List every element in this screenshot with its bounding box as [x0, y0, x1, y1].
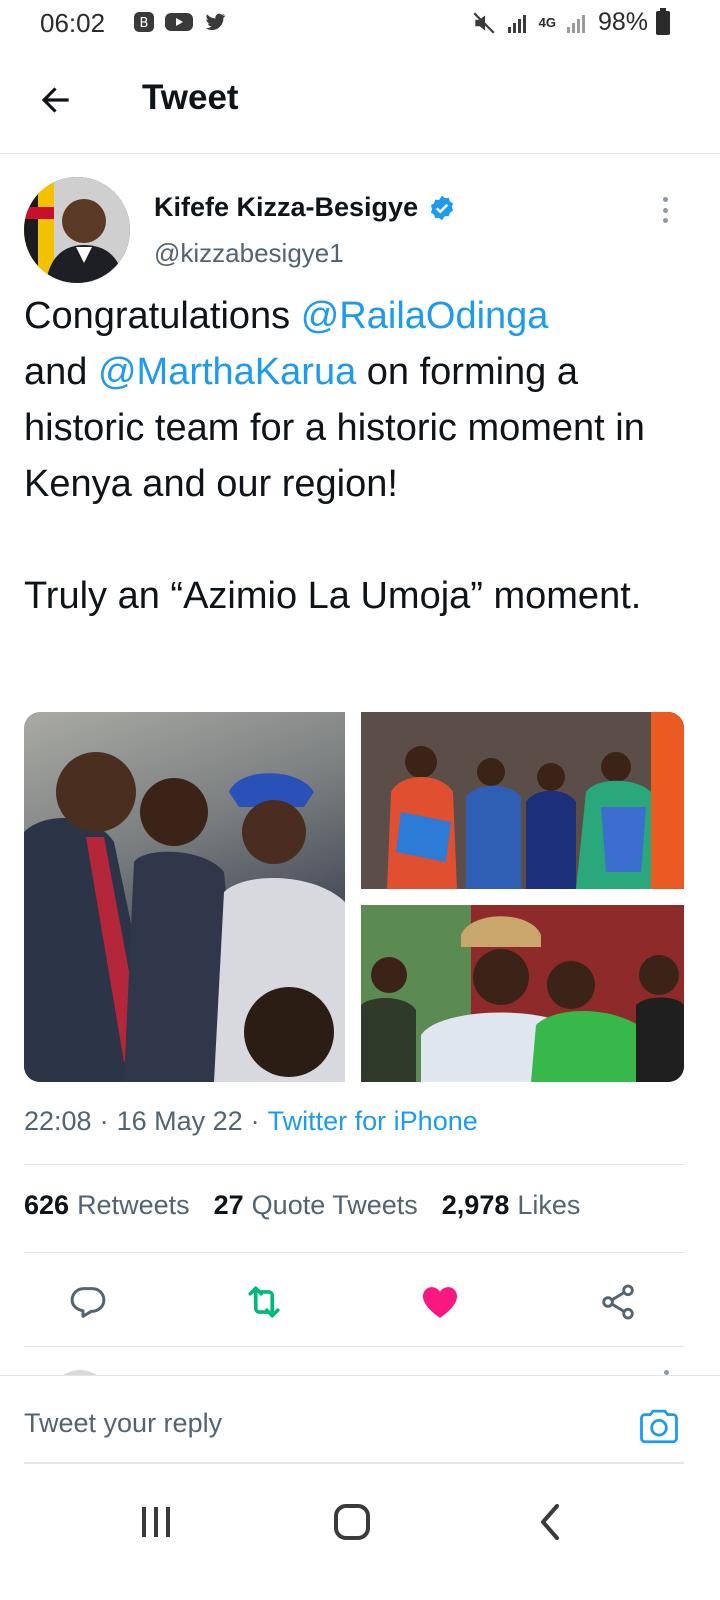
notification-app-icon: B [134, 12, 154, 32]
tweet-stats: 626 Retweets 27 Quote Tweets 2,978 Likes [24, 1190, 580, 1221]
top-app-bar: Tweet [0, 46, 720, 154]
network-type: 4G [538, 15, 556, 30]
more-options-button[interactable] [650, 193, 680, 227]
more-vertical-icon [662, 197, 668, 202]
heart-filled-icon [422, 1287, 458, 1318]
back-button[interactable] [34, 78, 78, 122]
page-title: Tweet [142, 78, 239, 117]
system-nav-bar [0, 1480, 720, 1600]
photo-content-2 [361, 712, 684, 889]
like-button[interactable] [418, 1280, 462, 1324]
quotes-label: Quote Tweets [251, 1190, 418, 1220]
mute-icon [473, 11, 495, 34]
status-bar: 06:02 B 4G 98% [0, 0, 720, 46]
next-reply-peek [0, 1348, 720, 1376]
system-back-button[interactable] [520, 1502, 580, 1542]
meta-separator: · [99, 1106, 109, 1136]
tweet-text-prefix: Congratulations [24, 295, 301, 337]
divider [24, 1346, 684, 1347]
mention-link-martha[interactable]: @MarthaKarua [98, 351, 356, 393]
tweet-meta: 22:08 · 16 May 22 · Twitter for iPhone [24, 1106, 478, 1137]
camera-icon [640, 1409, 678, 1444]
tweet-date: 16 May 22 [116, 1106, 243, 1136]
status-time: 06:02 [40, 8, 106, 38]
status-right: 4G 98% [471, 7, 670, 37]
recents-icon [142, 1507, 170, 1537]
photo-content-1 [24, 752, 345, 1082]
mention-link-raila[interactable]: @RailaOdinga [301, 295, 549, 337]
likes-stat[interactable]: 2,978 Likes [442, 1190, 581, 1221]
recent-apps-button[interactable] [126, 1502, 186, 1542]
tweet-actions [0, 1272, 720, 1332]
tweet-source-link[interactable]: Twitter for iPhone [268, 1106, 478, 1137]
camera-button[interactable] [638, 1406, 680, 1446]
tweet-paragraph-1: Congratulations @RailaOdinga and @MarthaK… [24, 288, 696, 512]
meta-separator: · [250, 1106, 260, 1136]
tweet-text: Congratulations @RailaOdinga and @MarthaK… [24, 288, 696, 624]
retweet-button[interactable] [242, 1280, 286, 1324]
battery-icon [656, 7, 670, 35]
quotes-count: 27 [213, 1190, 244, 1220]
share-icon [602, 1284, 634, 1320]
photo-content-3 [361, 905, 684, 1082]
battery-percent: 98% [597, 8, 648, 36]
divider [24, 1164, 684, 1165]
tweet-text-and: and [24, 351, 98, 393]
media-photo-1[interactable] [24, 712, 345, 1082]
likes-count: 2,978 [441, 1190, 510, 1220]
chevron-left-icon [541, 1504, 559, 1540]
likes-label: Likes [517, 1190, 581, 1220]
reply-bar: Tweet your reply [0, 1375, 720, 1470]
arrow-left-icon [41, 87, 69, 113]
retweets-label: Retweets [77, 1190, 190, 1220]
status-notification-icons: B [132, 10, 228, 34]
author-avatar[interactable] [24, 177, 130, 283]
quotes-stat[interactable]: 27 Quote Tweets [214, 1190, 418, 1221]
retweets-count: 626 [24, 1190, 70, 1220]
twitter-bird-icon [205, 13, 226, 30]
svg-text:B: B [140, 16, 149, 31]
media-photo-3[interactable] [361, 905, 684, 1082]
reply-button[interactable] [66, 1280, 110, 1324]
signal-secondary-icon [566, 14, 585, 33]
reply-input[interactable]: Tweet your reply [24, 1408, 222, 1439]
home-button[interactable] [322, 1502, 382, 1542]
media-grid [24, 712, 684, 1082]
avatar-portrait-icon [24, 177, 130, 283]
verified-badge-icon [431, 195, 454, 220]
signal-icon [507, 14, 526, 33]
retweets-stat[interactable]: 626 Retweets [24, 1190, 190, 1221]
author-handle[interactable]: @kizzabesigye1 [154, 238, 344, 269]
author-name-text: Kifefe Kizza-Besigye [154, 192, 419, 222]
reply-underline [24, 1462, 684, 1464]
retweet-icon [248, 1286, 280, 1318]
tweet-paragraph-2: Truly an “Azimio La Umoja” moment. [24, 575, 642, 617]
youtube-icon [165, 13, 193, 31]
reply-icon [70, 1287, 106, 1318]
home-icon [334, 1504, 370, 1540]
tweet-time: 22:08 [24, 1106, 92, 1136]
author-name[interactable]: Kifefe Kizza-Besigye [154, 192, 456, 223]
divider [24, 1252, 684, 1253]
share-button[interactable] [596, 1280, 640, 1324]
media-photo-2[interactable] [361, 712, 684, 889]
